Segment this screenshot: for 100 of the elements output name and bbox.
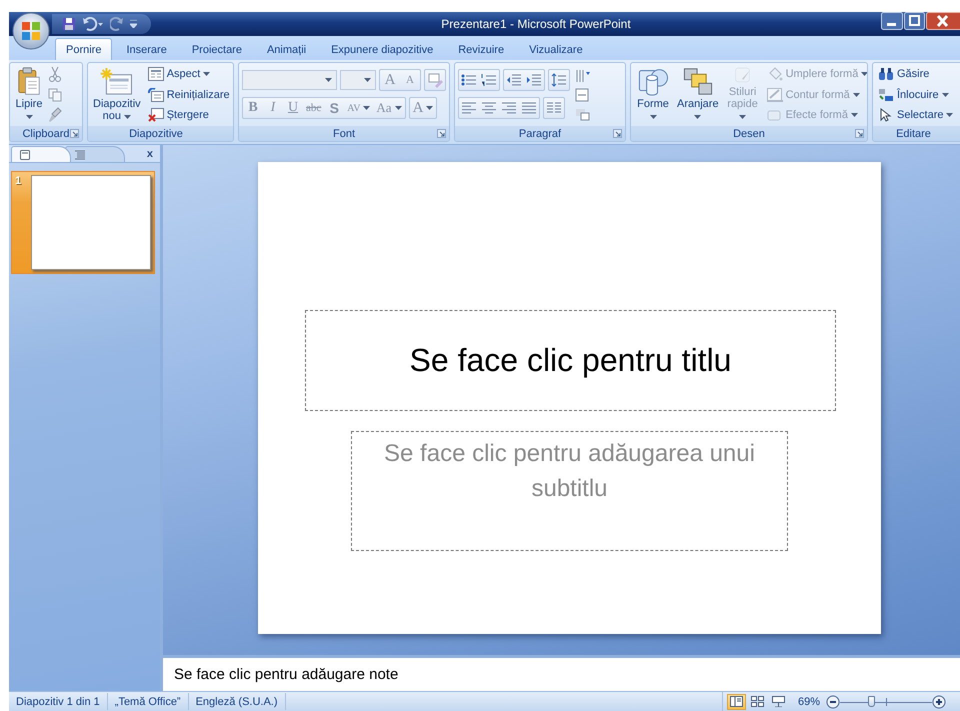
dialog-launcher-icon[interactable] [70,129,79,138]
caret-icon [850,113,858,117]
undo-icon[interactable] [82,17,104,31]
effects-icon [766,108,783,122]
title-placeholder[interactable]: Se face clic pentru titlu [305,310,836,411]
view-button[interactable] [726,694,746,710]
caret-icon [363,106,370,110]
status-text: Diapozitiv 1 din 1 [9,693,108,710]
caret-icon [942,92,949,96]
group-label: Clipboard [22,128,70,140]
caret-icon [394,106,402,110]
zoom-level[interactable]: 69% [798,696,820,708]
outdent-icon [506,73,522,87]
status-text: Engleză (S.U.A.) [188,693,286,710]
align-center-icon [481,101,497,115]
new-slide-button[interactable]: Diapozitiv nou [91,65,143,124]
status-text: „Temă Office” [108,693,189,710]
caret-icon [946,113,954,117]
brush-icon[interactable] [48,107,62,123]
replace-icon [878,88,894,102]
scissors-icon[interactable] [48,66,62,82]
shapes-icon [636,67,670,96]
close-button[interactable]: x [144,148,156,160]
zoom-out-icon [826,694,840,708]
caret-icon [203,72,210,76]
dialog-launcher-icon[interactable] [855,129,864,138]
group-label: Diapozitive [128,128,184,140]
zoom-in-button[interactable] [932,694,946,708]
indent-icon [526,73,542,87]
smartart-icon [575,106,591,120]
notes-field[interactable]: Se face clic pentru adăugare note [163,657,960,691]
zoom-slider[interactable] [840,696,932,708]
delete-slide-icon [148,108,164,122]
caret-icon [861,72,867,76]
caret-icon [739,115,746,119]
ribbon-button[interactable]: Forme [634,65,672,124]
font-name-field[interactable] [242,70,337,90]
ribbon-tab[interactable]: Inserare [115,39,178,60]
new-slide-icon [100,67,134,96]
ribbon-button[interactable]: Reinițializare [146,86,232,102]
zoom-in-icon [932,694,946,708]
ribbon-button[interactable]: Aspect [146,66,232,82]
redo-icon[interactable] [110,17,124,31]
numbering-icon [481,73,497,87]
ribbon-button[interactable]: Selectare [876,107,956,123]
ribbon-button[interactable]: Aranjare [675,65,721,124]
align-text-icon [575,88,591,102]
pointer-icon [878,108,894,122]
group-label: Editare [895,128,932,140]
ribbon-tab[interactable]: Animații [256,39,318,60]
bullets-icon [461,73,477,87]
customize-caret-icon[interactable] [130,20,137,28]
pane-tab[interactable] [11,146,71,162]
binoculars-icon [878,67,894,81]
projector-screen-icon [772,696,785,707]
slider-thumb[interactable] [868,696,876,706]
caret-icon [650,115,656,119]
justify-icon [521,101,537,115]
group-label: Font [332,128,356,140]
group-label: Paragraf [518,128,562,140]
ribbon-tab[interactable]: Revizuire [447,39,516,60]
caret-icon [694,115,702,119]
columns-icon [546,101,562,115]
maximize-icon[interactable] [904,12,925,30]
text-direction-icon [575,68,591,82]
group-label: Desen [732,128,766,140]
pen-outline-icon [766,88,783,102]
normal-view-icon [730,696,743,707]
layout-icon [148,67,164,81]
ribbon-tab[interactable]: Vizualizare [518,39,594,60]
caret-icon [124,115,132,119]
ribbon-tab[interactable]: Proiectare [180,39,253,60]
align-left-icon [461,101,477,115]
zoom-out-button[interactable] [826,694,840,708]
paint-bucket-icon [766,67,783,81]
slide-sorter-icon [750,696,764,707]
caret-icon [364,78,371,82]
dialog-launcher-icon[interactable] [437,129,446,138]
ribbon-tab[interactable]: Expunere diapozitive [320,39,444,60]
slide-number: 1 [15,175,22,189]
caret-icon [426,106,434,110]
caret-icon [325,78,332,82]
align-right-icon [501,101,517,115]
dialog-launcher-icon[interactable] [613,129,622,138]
window-title: Prezentare1 - Microsoft PowerPoint [440,17,632,31]
minimize-icon[interactable] [881,12,903,30]
outline-tab-icon [74,150,86,160]
paste-button[interactable]: Lipire [13,65,45,124]
caret-icon [852,92,860,96]
subtitle-placeholder[interactable]: Se face clic pentru adăugarea unui subtitlu [351,431,788,551]
pane-tab[interactable] [65,146,125,162]
caret-icon [26,115,32,119]
font-size-field[interactable] [340,70,376,90]
ribbon-button[interactable]: Ștergere [146,107,232,123]
ribbon-button[interactable]: Găsire [876,66,956,82]
ribbon-tab[interactable]: Pornire [55,38,112,60]
save-icon[interactable] [62,17,76,31]
slides-tab-icon [20,150,30,160]
close-icon[interactable] [926,12,960,30]
ribbon-button[interactable]: Înlocuire [876,86,956,102]
